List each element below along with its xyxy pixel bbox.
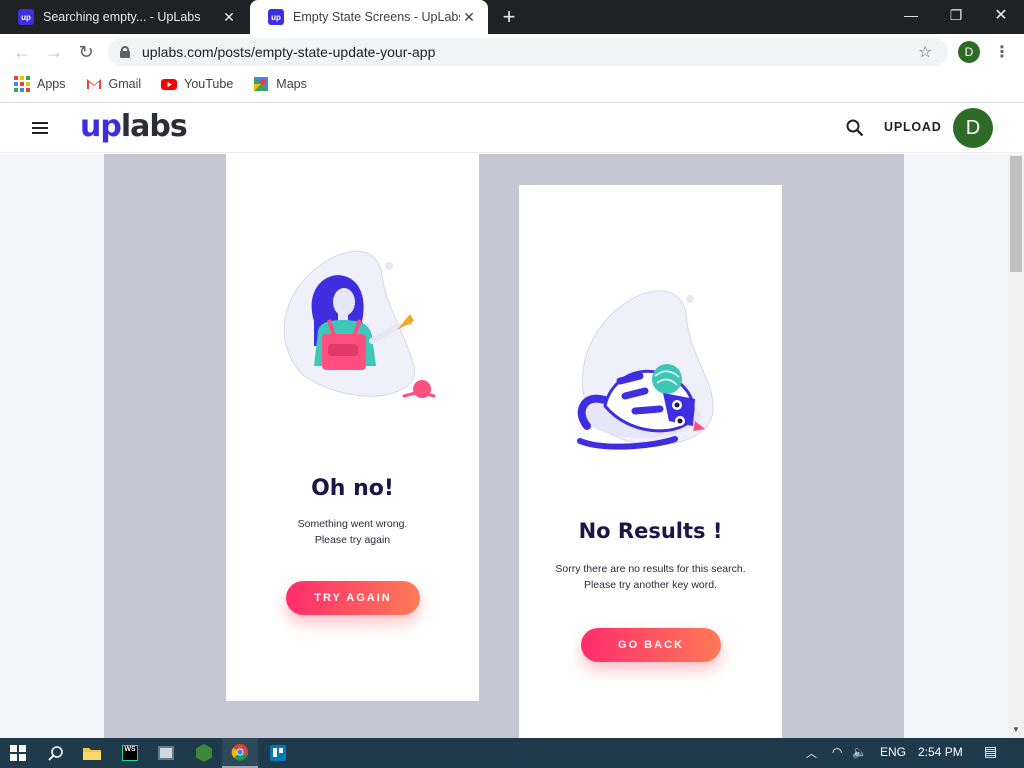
url-text: uplabs.com/posts/empty-state-update-your… [142,44,436,60]
wifi-icon[interactable]: ◠ [832,745,842,759]
language-indicator[interactable]: ENG [880,745,906,759]
start-icon[interactable] [0,738,36,768]
bookmark-maps[interactable]: Maps [253,76,307,92]
bookmarks-bar: Apps Gmail YouTube Maps [0,70,1024,98]
tab-title: Searching empty... - UpLabs [43,10,201,24]
tab-searching[interactable]: up Searching empty... - UpLabs ✕ [0,0,248,34]
menu-kebab-icon[interactable]: ⋮ [994,42,1010,62]
card-title: No Results ! [578,519,723,543]
search-icon[interactable] [846,119,864,137]
tab-title: Empty State Screens - UpLabs [293,10,460,24]
card-message-line: Please try again [314,534,391,546]
empty-state-card-no-results: No Results ! Sorry there are no results … [519,185,782,738]
windows-taskbar: WS ︿ ◠ 🔈 ENG 2:54 PM ▤ [0,738,1024,768]
close-icon[interactable]: ✕ [460,8,478,26]
bookmark-label: Apps [37,77,66,91]
logo-labs-text: labs [120,109,188,144]
upload-button[interactable]: UPLOAD [884,120,942,134]
lock-icon [120,46,130,58]
site-header: up labs UPLOAD D [0,103,1024,153]
chrome-icon[interactable] [222,738,258,768]
volume-icon[interactable]: 🔈 [852,745,867,759]
bookmark-label: Gmail [108,77,142,91]
bookmark-label: Maps [276,77,307,91]
uplabs-favicon-icon: up [18,9,34,25]
close-icon[interactable]: ✕ [220,8,238,26]
uplabs-favicon-icon: up [268,9,284,25]
apps-grid-icon [14,76,30,92]
youtube-icon [161,79,178,90]
tab-empty-state[interactable]: up Empty State Screens - UpLabs ✕ [250,0,488,34]
hamburger-menu-icon[interactable] [32,122,48,134]
try-again-button[interactable]: TRY AGAIN [286,581,420,615]
forward-button[interactable]: → [40,38,68,66]
avatar[interactable]: D [953,108,993,148]
trello-icon[interactable] [260,738,296,768]
node-icon[interactable] [186,738,222,768]
uplabs-logo[interactable]: up labs [80,109,188,145]
bookmark-apps[interactable]: Apps [14,76,66,92]
card-message-line: Please try another key word. [583,579,718,591]
bookmark-gmail[interactable]: Gmail [86,76,142,92]
clock[interactable]: 2:54 PM [918,745,963,759]
profile-avatar[interactable]: D [958,41,980,63]
app-icon[interactable] [148,738,184,768]
tab-strip: up Searching empty... - UpLabs ✕ up Empt… [0,0,1024,34]
logo-up-text: up [80,109,122,144]
card-message-line: Something went wrong. [297,518,408,530]
main-content: Oh no! Something went wrong. Please try … [0,154,1008,738]
bookmark-label: YouTube [184,77,234,91]
bookmark-star-icon[interactable]: ☆ [918,42,932,62]
scroll-down-arrow-icon[interactable]: ▼ [1012,725,1020,734]
shot-canvas: Oh no! Something went wrong. Please try … [104,154,904,738]
page-scrollbar[interactable]: ▼ [1008,154,1024,738]
card-message-line: Sorry there are no results for this sear… [555,563,746,575]
woman-illustration-icon [283,250,436,398]
new-tab-button[interactable]: + [496,4,522,29]
bookmark-youtube[interactable]: YouTube [161,76,233,92]
maps-icon [254,77,269,91]
tray-chevron-icon[interactable]: ︿ [806,745,817,761]
reload-button[interactable]: ↻ [72,38,100,66]
back-button[interactable]: ← [8,38,36,66]
scroll-thumb[interactable] [1010,156,1022,272]
window-close-icon[interactable]: ✕ [978,0,1024,30]
restore-icon[interactable]: ❐ [933,0,979,30]
browser-toolbar: ← → ↻ uplabs.com/posts/empty-state-updat… [0,34,1024,70]
search-icon[interactable] [38,738,74,768]
file-explorer-icon[interactable] [74,738,110,768]
address-bar[interactable]: uplabs.com/posts/empty-state-update-your… [108,38,948,66]
card-title: Oh no! [311,476,394,501]
notifications-icon[interactable]: ▤ [984,743,997,760]
cat-illustration-icon [577,290,714,450]
go-back-button[interactable]: GO BACK [581,628,721,662]
webstorm-icon[interactable]: WS [112,738,148,768]
empty-state-card-error: Oh no! Something went wrong. Please try … [226,154,479,701]
gmail-icon [86,79,101,89]
minimize-icon[interactable]: — [888,0,934,30]
